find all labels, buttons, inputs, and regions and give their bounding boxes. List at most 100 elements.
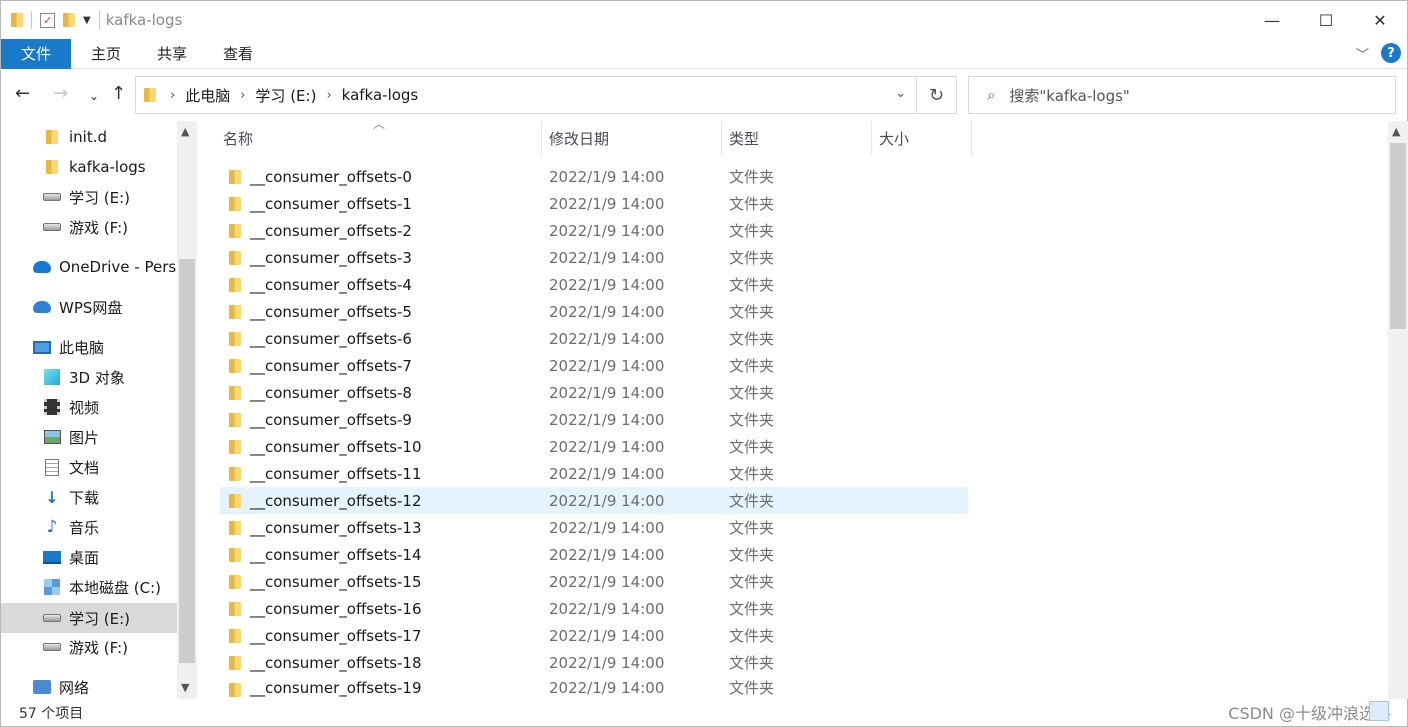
refresh-button[interactable]: ↻ <box>917 76 957 114</box>
sidebar-item-3d-objects[interactable]: 3D 对象 <box>1 363 177 391</box>
sidebar-item-drive-c[interactable]: 本地磁盘 (C:) <box>1 573 177 601</box>
scrollbar-thumb[interactable] <box>179 259 195 663</box>
file-type: 文件夹 <box>729 249 775 267</box>
file-date: 2022/1/9 14:00 <box>549 302 665 321</box>
sidebar-item-music[interactable]: ♪ 音乐 <box>1 513 177 541</box>
maximize-button[interactable]: ☐ <box>1299 1 1353 39</box>
sidebar-item-kafka-logs[interactable]: kafka-logs <box>1 153 177 181</box>
file-type: 文件夹 <box>729 357 775 375</box>
scroll-up-icon[interactable]: ▲ <box>181 125 189 138</box>
list-item[interactable]: __consumer_offsets-4 2022/1/9 14:00 文件夹 <box>220 271 968 298</box>
sidebar-item-drive-f-2[interactable]: 游戏 (F:) <box>1 633 177 661</box>
folder-icon <box>229 494 241 508</box>
sidebar-item-downloads[interactable]: ↓ 下载 <box>1 483 177 511</box>
file-type: 文件夹 <box>729 384 775 402</box>
column-header-size[interactable]: 大小 <box>879 121 969 155</box>
file-type: 文件夹 <box>729 679 775 697</box>
file-date: 2022/1/9 14:00 <box>549 356 665 375</box>
list-item[interactable]: __consumer_offsets-19 2022/1/9 14:00 文件夹 <box>220 676 968 699</box>
tab-view[interactable]: 查看 <box>205 39 271 69</box>
sidebar-item-onedrive[interactable]: OneDrive - Personal <box>1 253 177 281</box>
minimize-button[interactable]: — <box>1245 1 1299 39</box>
folder-icon <box>229 386 241 400</box>
properties-icon[interactable]: ✓ <box>40 12 55 28</box>
sidebar-item-videos[interactable]: 视频 <box>1 393 177 421</box>
sidebar-item-wps[interactable]: WPS网盘 <box>1 293 177 321</box>
column-header-name[interactable]: 名称 <box>223 121 541 155</box>
sidebar-scrollbar[interactable]: ▲ ▼ <box>177 121 197 699</box>
list-item[interactable]: __consumer_offsets-11 2022/1/9 14:00 文件夹 <box>220 460 968 487</box>
chevron-down-icon[interactable]: ⌄ <box>895 86 906 101</box>
search-input[interactable]: ⌕ 搜索"kafka-logs" <box>968 76 1396 114</box>
sidebar-item-init-d[interactable]: init.d <box>1 123 177 151</box>
list-item[interactable]: __consumer_offsets-18 2022/1/9 14:00 文件夹 <box>220 649 968 676</box>
sidebar-item-drive-f[interactable]: 游戏 (F:) <box>1 213 177 241</box>
up-arrow-icon[interactable]: ↑ <box>111 83 126 104</box>
column-divider[interactable] <box>971 121 972 155</box>
chevron-right-icon[interactable]: › <box>326 88 331 103</box>
file-date: 2022/1/9 14:00 <box>549 518 665 537</box>
tab-home[interactable]: 主页 <box>73 39 139 69</box>
list-item[interactable]: __consumer_offsets-10 2022/1/9 14:00 文件夹 <box>220 433 968 460</box>
list-item[interactable]: __consumer_offsets-14 2022/1/9 14:00 文件夹 <box>220 541 968 568</box>
close-button[interactable]: ✕ <box>1353 1 1407 39</box>
list-item[interactable]: __consumer_offsets-2 2022/1/9 14:00 文件夹 <box>220 217 968 244</box>
sidebar-item-pictures[interactable]: 图片 <box>1 423 177 451</box>
details-view-icon[interactable] <box>1369 701 1389 721</box>
file-date: 2022/1/9 14:00 <box>549 626 665 645</box>
file-date: 2022/1/9 14:00 <box>549 678 665 697</box>
chevron-right-icon[interactable]: › <box>170 88 175 103</box>
list-item[interactable]: __consumer_offsets-1 2022/1/9 14:00 文件夹 <box>220 190 968 217</box>
list-item[interactable]: __consumer_offsets-16 2022/1/9 14:00 文件夹 <box>220 595 968 622</box>
tab-file[interactable]: 文件 <box>1 38 71 69</box>
sidebar-item-label: init.d <box>69 128 108 146</box>
scroll-down-icon[interactable]: ▼ <box>181 681 189 694</box>
computer-icon <box>33 339 51 355</box>
new-folder-icon[interactable] <box>63 13 75 27</box>
back-arrow-icon[interactable]: ← <box>15 83 30 104</box>
file-name: __consumer_offsets-15 <box>250 572 422 591</box>
folder-icon <box>229 224 241 238</box>
folder-icon <box>11 13 23 27</box>
scrollbar-thumb[interactable] <box>1390 143 1406 329</box>
address-bar[interactable]: › 此电脑 › 学习 (E:) › kafka-logs ⌄ <box>135 76 917 114</box>
list-item[interactable]: __consumer_offsets-8 2022/1/9 14:00 文件夹 <box>220 379 968 406</box>
list-item[interactable]: __consumer_offsets-17 2022/1/9 14:00 文件夹 <box>220 622 968 649</box>
expand-ribbon-icon[interactable]: ﹀ <box>1356 44 1369 63</box>
column-divider[interactable] <box>541 121 542 155</box>
column-header-type[interactable]: 类型 <box>729 121 869 155</box>
sidebar-item-desktop[interactable]: 桌面 <box>1 543 177 571</box>
list-item[interactable]: __consumer_offsets-13 2022/1/9 14:00 文件夹 <box>220 514 968 541</box>
list-item[interactable]: __consumer_offsets-7 2022/1/9 14:00 文件夹 <box>220 352 968 379</box>
recent-locations-icon[interactable]: ⌄ <box>89 89 99 103</box>
list-item[interactable]: __consumer_offsets-6 2022/1/9 14:00 文件夹 <box>220 325 968 352</box>
sidebar-item-drive-e-selected[interactable]: 学习 (E:) <box>1 603 177 633</box>
breadcrumb-current[interactable]: kafka-logs <box>342 86 419 104</box>
list-item[interactable]: __consumer_offsets-9 2022/1/9 14:00 文件夹 <box>220 406 968 433</box>
list-item[interactable]: __consumer_offsets-15 2022/1/9 14:00 文件夹 <box>220 568 968 595</box>
item-count: 57 个项目 <box>19 706 84 722</box>
list-item[interactable]: __consumer_offsets-3 2022/1/9 14:00 文件夹 <box>220 244 968 271</box>
column-divider[interactable] <box>721 121 722 155</box>
column-header-modified[interactable]: 修改日期 <box>549 121 719 155</box>
sidebar-item-network[interactable]: 网络 <box>1 673 177 699</box>
forward-arrow-icon[interactable]: → <box>53 83 68 104</box>
video-icon <box>43 399 61 415</box>
customize-toolbar-icon[interactable]: ▼ <box>83 15 91 26</box>
list-item[interactable]: __consumer_offsets-5 2022/1/9 14:00 文件夹 <box>220 298 968 325</box>
list-item-hovered[interactable]: __consumer_offsets-12 2022/1/9 14:00 文件夹 <box>220 487 968 514</box>
help-icon[interactable]: ? <box>1381 43 1401 63</box>
folder-icon <box>229 305 241 319</box>
breadcrumb-this-pc[interactable]: 此电脑 <box>185 85 230 106</box>
column-divider[interactable] <box>871 121 872 155</box>
list-item[interactable]: __consumer_offsets-0 2022/1/9 14:00 文件夹 <box>220 163 968 190</box>
file-list-scrollbar[interactable]: ▲ <box>1388 121 1408 699</box>
sidebar-item-drive-e[interactable]: 学习 (E:) <box>1 183 177 211</box>
scroll-up-icon[interactable]: ▲ <box>1392 125 1400 138</box>
sidebar-item-this-pc[interactable]: 此电脑 <box>1 333 177 361</box>
breadcrumb-drive[interactable]: 学习 (E:) <box>255 85 316 106</box>
chevron-right-icon[interactable]: › <box>240 88 245 103</box>
file-type: 文件夹 <box>729 492 775 510</box>
sidebar-item-documents[interactable]: 文档 <box>1 453 177 481</box>
tab-share[interactable]: 共享 <box>139 39 205 69</box>
